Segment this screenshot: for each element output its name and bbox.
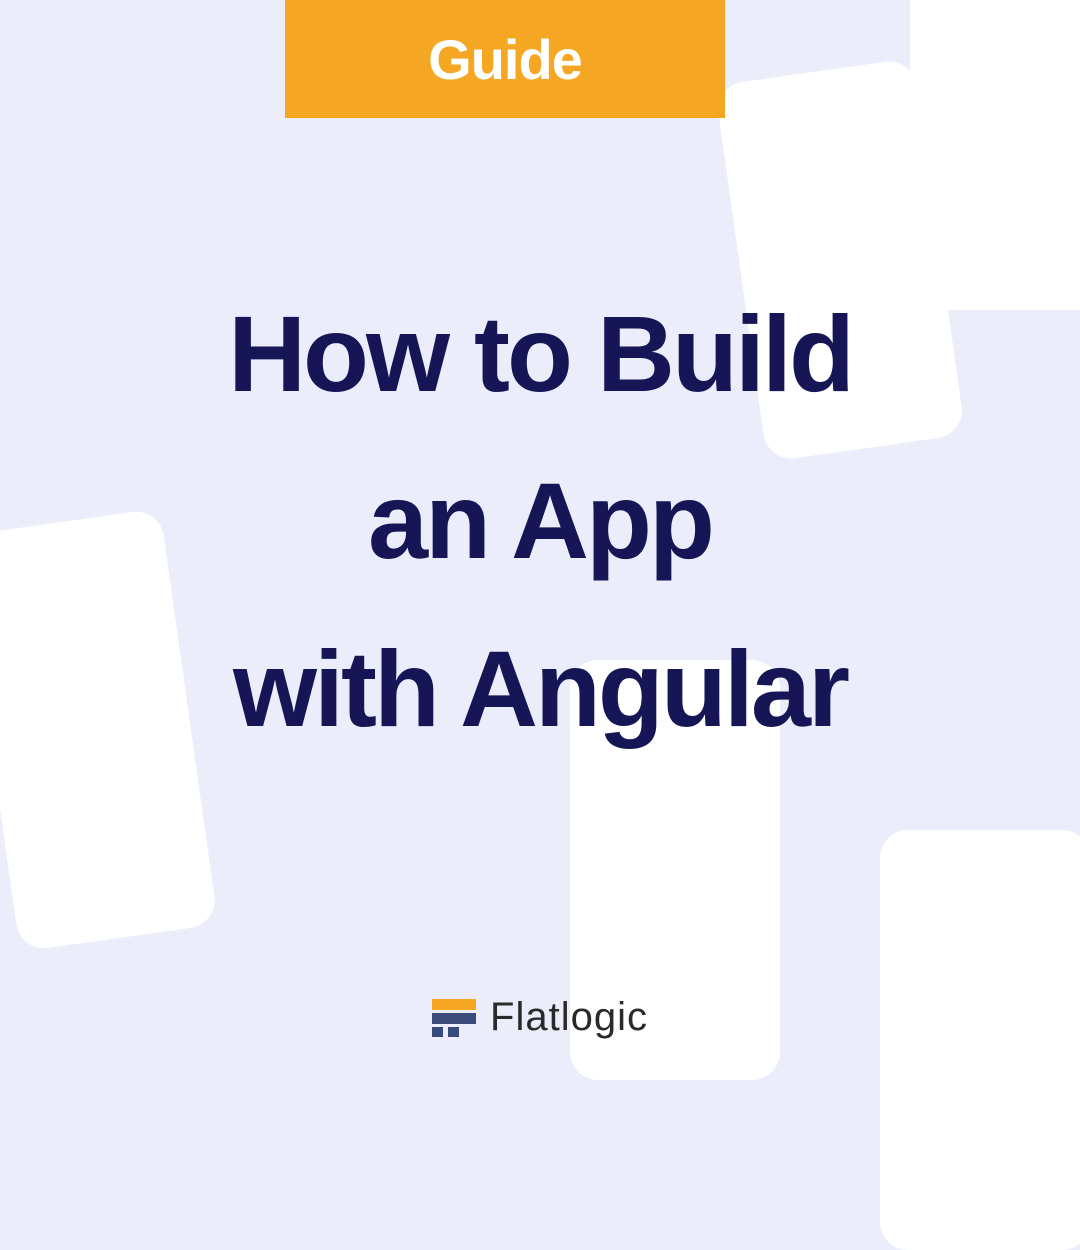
brand-name: Flatlogic <box>490 995 648 1040</box>
title-line-1: How to Build <box>60 270 1020 437</box>
decorative-shape <box>880 830 1080 1250</box>
flatlogic-logo-icon <box>432 999 476 1037</box>
footer-brand: Flatlogic <box>0 995 1080 1040</box>
title-line-2: an App <box>60 437 1020 604</box>
badge-label: Guide <box>428 27 582 92</box>
main-title: How to Build an App with Angular <box>0 270 1080 772</box>
category-badge: Guide <box>285 0 725 118</box>
title-line-3: with Angular <box>60 605 1020 772</box>
